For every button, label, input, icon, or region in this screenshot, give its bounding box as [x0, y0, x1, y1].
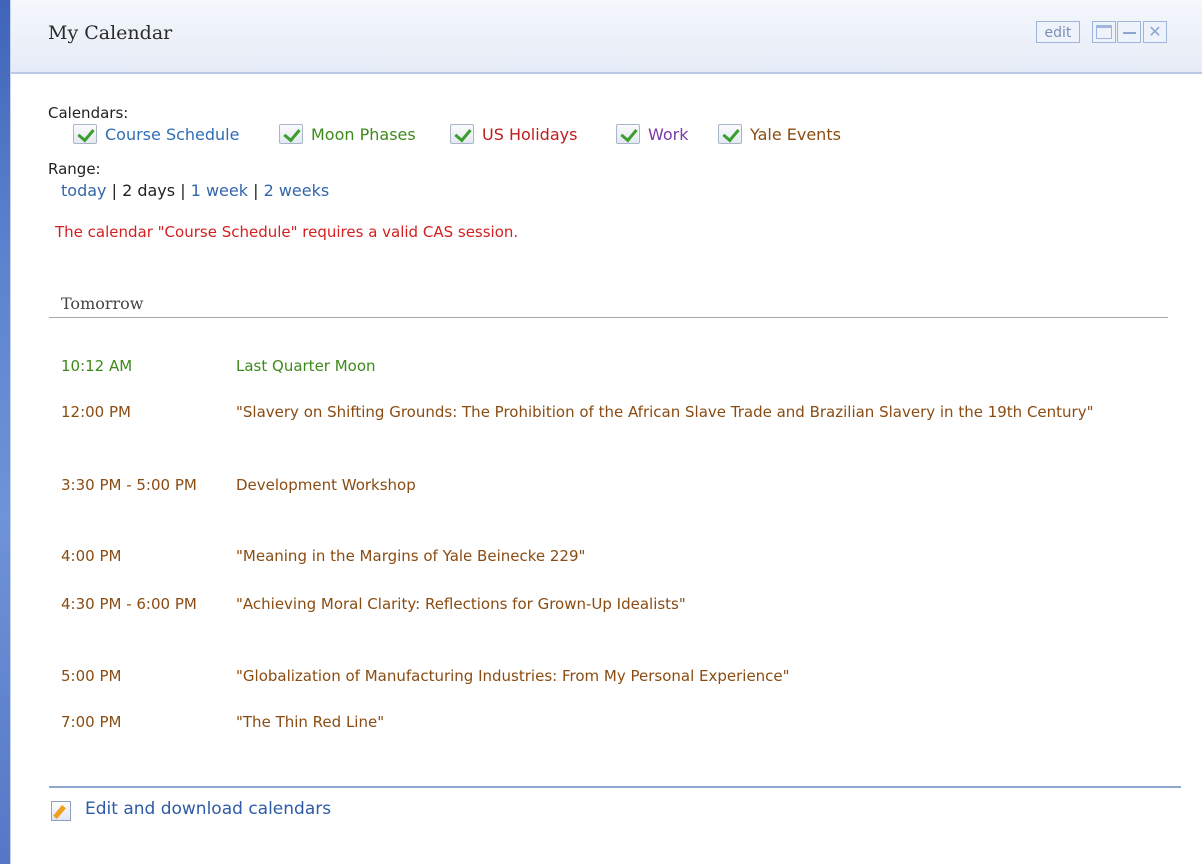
checkbox-checked-icon[interactable]	[73, 124, 97, 144]
range-option-today[interactable]: today	[61, 181, 107, 200]
range-option-2-days: 2 days	[122, 181, 176, 200]
event-time: 10:12 AM	[61, 357, 133, 375]
event-title[interactable]: "Achieving Moral Clarity: Reflections fo…	[236, 591, 1141, 617]
checkbox-checked-icon[interactable]	[450, 124, 474, 144]
calendar-toggle-course-schedule[interactable]: Course Schedule	[73, 124, 239, 144]
cas-session-warning: The calendar "Course Schedule" requires …	[55, 223, 519, 241]
checkbox-checked-icon[interactable]	[616, 124, 640, 144]
range-selector: today | 2 days | 1 week | 2 weeks	[61, 181, 329, 200]
maximize-icon[interactable]	[1092, 21, 1116, 43]
event-time: 5:00 PM	[61, 667, 122, 685]
event-title[interactable]: Development Workshop	[236, 472, 1141, 498]
event-title[interactable]: "Meaning in the Margins of Yale Beinecke…	[236, 543, 1141, 569]
checkbox-checked-icon[interactable]	[279, 124, 303, 144]
event-title[interactable]: "Slavery on Shifting Grounds: The Prohib…	[236, 399, 1141, 425]
range-separator: |	[180, 181, 186, 200]
edit-download-calendars-link[interactable]: Edit and download calendars	[85, 799, 331, 819]
calendar-label[interactable]: US Holidays	[482, 125, 577, 144]
range-separator: |	[253, 181, 259, 200]
event-time: 12:00 PM	[61, 403, 131, 421]
calendar-toggle-work[interactable]: Work	[616, 124, 689, 144]
calendar-toggle-us-holidays[interactable]: US Holidays	[450, 124, 577, 144]
calendar-label[interactable]: Work	[648, 125, 689, 144]
event-time: 7:00 PM	[61, 713, 122, 731]
portlet-titlebar: My Calendar edit ✕	[11, 0, 1202, 74]
footer-divider	[49, 786, 1181, 788]
calendar-toggle-yale-events[interactable]: Yale Events	[718, 124, 841, 144]
day-heading: Tomorrow	[61, 294, 144, 313]
event-title[interactable]: "The Thin Red Line"	[236, 709, 1141, 735]
event-title[interactable]: "Globalization of Manufacturing Industri…	[236, 663, 1141, 689]
event-title[interactable]: Last Quarter Moon	[236, 353, 1141, 379]
edit-pencil-icon[interactable]	[51, 801, 71, 821]
calendar-label[interactable]: Moon Phases	[311, 125, 416, 144]
close-icon[interactable]: ✕	[1143, 21, 1167, 43]
calendar-label[interactable]: Yale Events	[750, 125, 841, 144]
portlet-title: My Calendar	[48, 22, 173, 44]
minimize-icon[interactable]	[1117, 21, 1141, 43]
calendar-label[interactable]: Course Schedule	[105, 125, 239, 144]
range-label: Range:	[48, 160, 101, 178]
range-separator: |	[111, 181, 117, 200]
calendar-toggle-moon-phases[interactable]: Moon Phases	[279, 124, 416, 144]
range-option-2-weeks[interactable]: 2 weeks	[264, 181, 330, 200]
edit-button[interactable]: edit	[1036, 21, 1080, 43]
calendars-label: Calendars:	[48, 104, 129, 122]
event-time: 3:30 PM - 5:00 PM	[61, 476, 197, 494]
day-divider	[49, 317, 1168, 318]
event-time: 4:30 PM - 6:00 PM	[61, 595, 197, 613]
event-time: 4:00 PM	[61, 547, 122, 565]
range-option-1-week[interactable]: 1 week	[191, 181, 248, 200]
checkbox-checked-icon[interactable]	[718, 124, 742, 144]
calendar-portlet: My Calendar edit ✕ Calendars: Course Sch…	[10, 0, 1202, 864]
